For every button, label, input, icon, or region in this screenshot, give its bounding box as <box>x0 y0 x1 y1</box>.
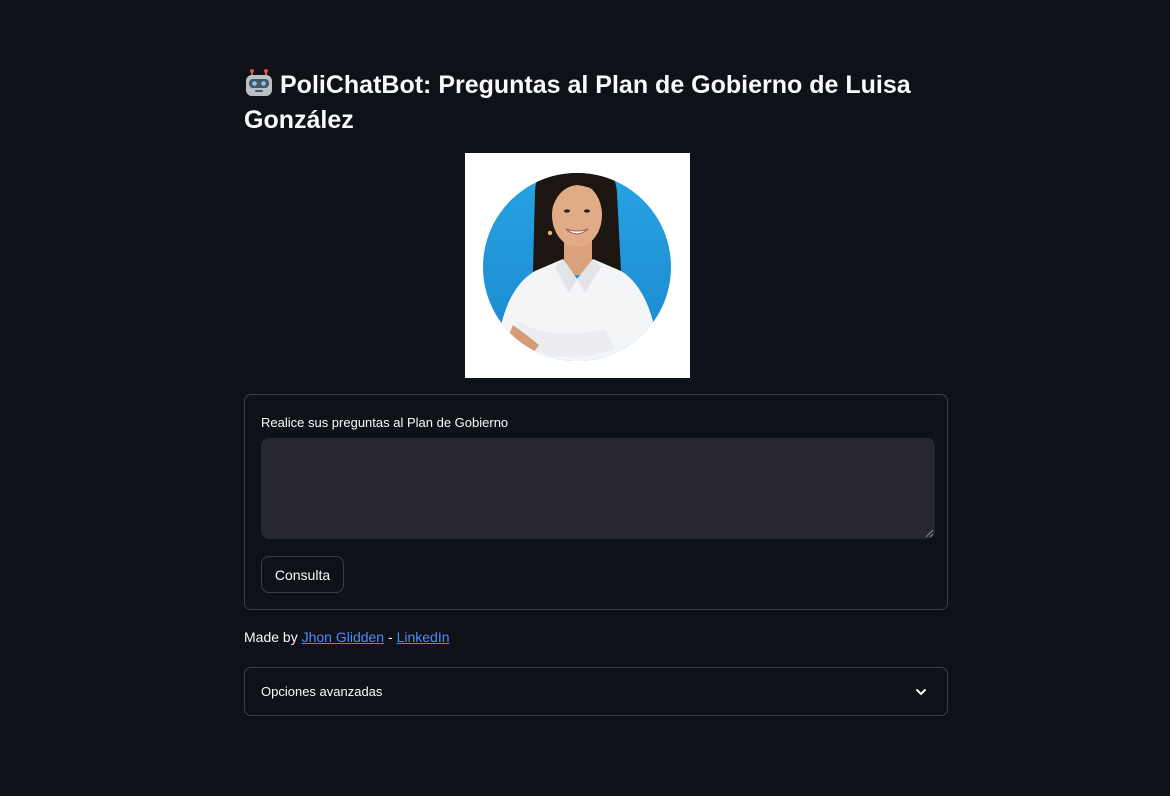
advanced-options-expander[interactable]: Opciones avanzadas <box>244 667 948 716</box>
question-label: Realice sus preguntas al Plan de Gobiern… <box>261 415 509 430</box>
page-title: PoliChatBot: Preguntas al Plan de Gobier… <box>244 68 948 138</box>
candidate-portrait <box>465 153 690 378</box>
linkedin-link[interactable]: LinkedIn <box>397 629 450 645</box>
credits-line: Made by Jhon Glidden - LinkedIn <box>244 629 450 645</box>
resize-grip-icon[interactable] <box>925 529 933 537</box>
credits-separator: - <box>384 629 397 645</box>
credits-prefix: Made by <box>244 629 302 645</box>
chevron-down-icon <box>916 689 926 695</box>
question-form: Realice sus preguntas al Plan de Gobiern… <box>244 394 948 610</box>
author-link[interactable]: Jhon Glidden <box>302 629 385 645</box>
question-textarea[interactable] <box>261 438 935 539</box>
robot-icon <box>246 69 272 96</box>
page-title-text: PoliChatBot: Preguntas al Plan de Gobier… <box>244 71 911 134</box>
consulta-button[interactable]: Consulta <box>261 556 344 593</box>
advanced-options-label: Opciones avanzadas <box>261 684 383 699</box>
